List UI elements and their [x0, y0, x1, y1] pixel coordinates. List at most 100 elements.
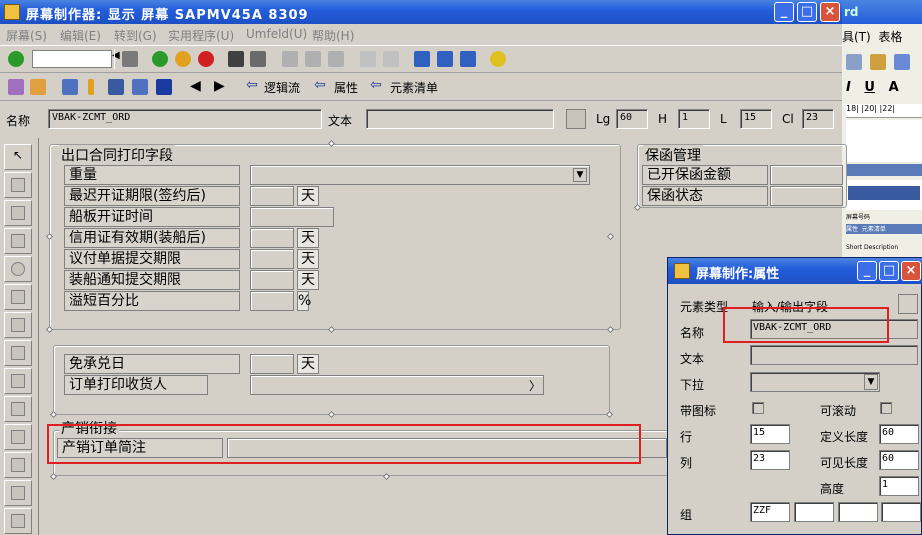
layout-icon[interactable]: [414, 51, 430, 67]
defined-length-field[interactable]: 60: [879, 424, 919, 444]
hierarchy-icon[interactable]: [62, 79, 78, 95]
menu-help[interactable]: 帮助(H): [312, 27, 354, 44]
underline-icon[interactable]: U: [864, 80, 875, 95]
group-field-2[interactable]: [794, 502, 834, 522]
window-titlebar[interactable]: 屏幕制作器: 显示 屏幕 SAPMV45A 8309 _ □ ×: [0, 0, 842, 24]
export-row-label[interactable]: 装船通知提交期限: [64, 270, 240, 290]
grid-icon[interactable]: [108, 79, 124, 95]
screen-icon[interactable]: [460, 51, 476, 67]
attributes-icon[interactable]: ⇦: [314, 77, 326, 93]
dialog-close-button[interactable]: ×: [901, 261, 921, 281]
close-button[interactable]: ×: [820, 2, 840, 22]
palette-custom-control-icon[interactable]: [4, 480, 32, 506]
element-list-icon[interactable]: ⇦: [370, 77, 382, 93]
move-icon[interactable]: [132, 79, 148, 95]
maximize-button[interactable]: □: [797, 2, 817, 22]
menu-utilities[interactable]: 实用程序(U): [168, 27, 234, 44]
marker-icon[interactable]: [88, 79, 94, 95]
dropdown-select[interactable]: [750, 372, 880, 392]
visible-length-field[interactable]: 60: [879, 450, 919, 470]
export-row-input[interactable]: [250, 228, 294, 248]
scrollable-checkbox[interactable]: [880, 402, 892, 414]
resize-handle[interactable]: [605, 410, 614, 419]
consignee-input[interactable]: 〉: [250, 375, 544, 395]
palette-pushbutton-icon[interactable]: [4, 284, 32, 310]
palette-status-icon[interactable]: [4, 508, 32, 534]
palette-table-wizard-icon[interactable]: [4, 452, 32, 478]
h-field[interactable]: 1: [678, 109, 710, 129]
group-field-1[interactable]: ZZF: [750, 502, 790, 522]
edit-pencil-icon[interactable]: [8, 79, 24, 95]
dialog-maximize-button[interactable]: □: [879, 261, 899, 281]
logic-flow-icon[interactable]: ⇦: [246, 77, 258, 93]
paste-icon[interactable]: [328, 51, 344, 67]
menu-environment[interactable]: Umfeld(U): [246, 27, 307, 41]
chevron-down-icon[interactable]: ▼: [573, 168, 587, 182]
weight-dropdown[interactable]: ▼: [250, 165, 590, 185]
font-color-icon[interactable]: A: [889, 80, 899, 95]
palette-checkbox-icon[interactable]: [4, 228, 32, 254]
enter-check-icon[interactable]: [8, 51, 24, 67]
export-row-input[interactable]: [250, 291, 294, 311]
dialog-minimize-button[interactable]: _: [857, 261, 877, 281]
palette-tabstrip-icon[interactable]: [4, 312, 32, 338]
export-row-label[interactable]: 最迟开证期限(签约后): [64, 186, 240, 206]
command-field[interactable]: [32, 50, 112, 68]
cl-field[interactable]: 23: [802, 109, 834, 129]
object-icon[interactable]: [30, 79, 46, 95]
palette-tabstrip-wizard-icon[interactable]: [4, 340, 32, 366]
guarantee-amount-input[interactable]: [770, 165, 843, 185]
print-icon[interactable]: [228, 51, 244, 67]
export-row-input[interactable]: [250, 207, 334, 227]
window-icon[interactable]: [437, 51, 453, 67]
redo-icon[interactable]: [383, 51, 399, 67]
italic-icon[interactable]: I: [846, 80, 851, 95]
palette-box-icon[interactable]: [4, 368, 32, 394]
export-row-label[interactable]: 重量: [64, 165, 240, 185]
export-row-label[interactable]: 议付单据提交期限: [64, 249, 240, 269]
l-field[interactable]: 15: [740, 109, 772, 129]
chevron-down-icon[interactable]: ▼: [864, 374, 878, 390]
palette-radio-icon[interactable]: [4, 256, 32, 282]
menu-edit[interactable]: 编辑(E): [60, 27, 101, 44]
next-arrow-icon[interactable]: ▶: [214, 78, 225, 94]
name-field[interactable]: VBAK-ZCMT_ORD: [48, 109, 322, 129]
mid-row-label[interactable]: 订单打印收货人: [64, 375, 208, 395]
palette-text-field-icon[interactable]: [4, 172, 32, 198]
mid-row-label[interactable]: 免承兑日: [64, 354, 240, 374]
dialog-titlebar[interactable]: 屏幕制作:属性 _ □ ×: [668, 258, 922, 284]
guarantee-status-input[interactable]: [770, 186, 843, 206]
palette-table-control-icon[interactable]: [4, 424, 32, 450]
find-icon[interactable]: [250, 51, 266, 67]
back-icon[interactable]: [152, 51, 168, 67]
export-row-label[interactable]: 溢短百分比: [64, 291, 240, 311]
background-menu[interactable]: 具(T) 表格: [842, 28, 902, 45]
format-brush-icon[interactable]: [870, 54, 886, 70]
element-list-button[interactable]: 元素清单: [390, 79, 438, 96]
palette-pointer-icon[interactable]: ↖: [4, 144, 32, 170]
minimize-button[interactable]: _: [774, 2, 794, 22]
group-field-3[interactable]: [838, 502, 878, 522]
copy-icon[interactable]: [305, 51, 321, 67]
background-menu-tools[interactable]: 具(T): [842, 30, 871, 44]
cut-icon[interactable]: [282, 51, 298, 67]
text-field[interactable]: [750, 345, 918, 365]
export-row-input[interactable]: [250, 249, 294, 269]
logic-flow-button[interactable]: 逻辑流: [264, 79, 300, 96]
save-icon[interactable]: [122, 51, 138, 67]
exit-icon[interactable]: [175, 51, 191, 67]
menu-goto[interactable]: 转到(G): [114, 27, 157, 44]
help-icon[interactable]: [490, 51, 506, 67]
export-row-input[interactable]: [250, 186, 294, 206]
undo-icon[interactable]: [894, 54, 910, 70]
height-field[interactable]: 1: [879, 476, 919, 496]
guarantee-row-label[interactable]: 已开保函金额: [642, 165, 768, 185]
palette-subscreen-icon[interactable]: [4, 396, 32, 422]
export-row-label[interactable]: 船板开证时间: [64, 207, 240, 227]
column-field[interactable]: 23: [750, 450, 790, 470]
background-menu-table[interactable]: 表格: [878, 30, 902, 44]
text-lookup-icon[interactable]: [566, 109, 586, 129]
export-row-input[interactable]: [250, 270, 294, 290]
paste-icon[interactable]: [846, 54, 862, 70]
menu-screen[interactable]: 屏幕(S): [6, 27, 47, 44]
